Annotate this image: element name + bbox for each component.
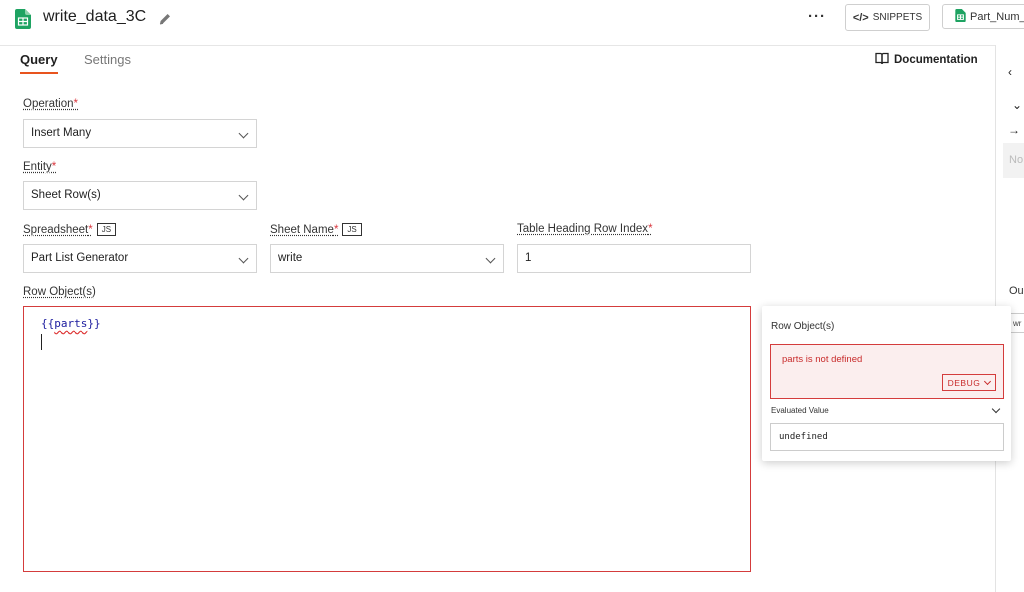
chevron-down-icon: [238, 128, 249, 139]
entity-value: Sheet Row(s): [31, 189, 101, 201]
sheet-name-value: write: [278, 252, 303, 264]
popover-title: Row Object(s): [771, 321, 835, 332]
chevron-down-icon: [238, 190, 249, 201]
debug-button[interactable]: DEBUG: [942, 374, 996, 391]
documentation-label: Documentation: [894, 54, 978, 66]
error-box: parts is not defined DEBUG: [770, 344, 1004, 399]
spreadsheet-select[interactable]: Part List Generator: [23, 244, 257, 273]
sheet-name-label: Sheet Name* JS: [270, 223, 362, 236]
chevron-down-icon[interactable]: ⌄: [1012, 98, 1022, 112]
required-marker: *: [73, 98, 78, 110]
side-panel-output-label: Ou: [1009, 285, 1024, 297]
table-heading-input[interactable]: 1: [517, 244, 751, 273]
code-variable: parts: [54, 317, 88, 330]
evaluated-value-label: Evaluated Value: [771, 406, 829, 415]
code-icon: </>: [852, 11, 869, 24]
chevron-down-icon: [485, 253, 496, 264]
row-objects-label: Row Object(s): [23, 286, 96, 298]
snippets-label: SNIPPETS: [872, 12, 923, 23]
documentation-link[interactable]: Documentation: [875, 52, 978, 68]
arrow-right-icon[interactable]: →: [1008, 123, 1020, 137]
js-toggle-badge[interactable]: JS: [96, 223, 117, 236]
required-marker: *: [648, 223, 653, 235]
spreadsheet-label: Spreadsheet* JS: [23, 223, 117, 236]
row-objects-code-editor[interactable]: {{parts}}: [23, 306, 751, 572]
code-line: {{parts}}: [41, 317, 101, 330]
chevron-down-icon[interactable]: [991, 404, 1001, 414]
evaluated-value-box: undefined: [770, 423, 1004, 451]
entity-select[interactable]: Sheet Row(s): [23, 181, 257, 210]
tab-query[interactable]: Query: [20, 52, 58, 74]
sheet-name-select[interactable]: write: [270, 244, 504, 273]
spreadsheet-value: Part List Generator: [31, 252, 129, 264]
entity-label: Entity*: [23, 161, 57, 173]
required-marker: *: [333, 224, 339, 236]
google-sheets-small-icon: [955, 8, 966, 25]
error-message: parts is not defined: [782, 354, 863, 365]
more-options-icon[interactable]: ···: [808, 8, 826, 25]
js-toggle-badge[interactable]: JS: [342, 223, 362, 236]
text-caret: [41, 334, 42, 350]
google-sheets-icon: [15, 9, 31, 29]
required-marker: *: [88, 224, 93, 236]
operation-select[interactable]: Insert Many: [23, 119, 257, 148]
chevron-down-icon: [984, 377, 992, 385]
chevron-down-icon: [238, 253, 249, 264]
pencil-edit-icon[interactable]: [158, 12, 172, 26]
chevron-left-icon[interactable]: ‹: [1008, 65, 1012, 79]
datasource-part-num-button[interactable]: Part_Num_: [942, 4, 1024, 29]
operation-label: Operation*: [23, 98, 78, 110]
operation-value: Insert Many: [31, 127, 92, 139]
book-icon: [875, 52, 889, 68]
table-heading-label: Table Heading Row Index*: [517, 223, 653, 235]
tab-settings[interactable]: Settings: [84, 52, 131, 67]
query-title[interactable]: write_data_3C: [43, 8, 146, 26]
evaluation-popover: Row Object(s) parts is not defined DEBUG…: [762, 306, 1011, 461]
snippets-button[interactable]: </> SNIPPETS: [845, 4, 930, 31]
required-marker: *: [51, 161, 57, 173]
datasource-label: Part_Num_: [970, 10, 1024, 23]
table-heading-value: 1: [525, 252, 532, 264]
side-panel-placeholder: No: [1003, 143, 1024, 178]
